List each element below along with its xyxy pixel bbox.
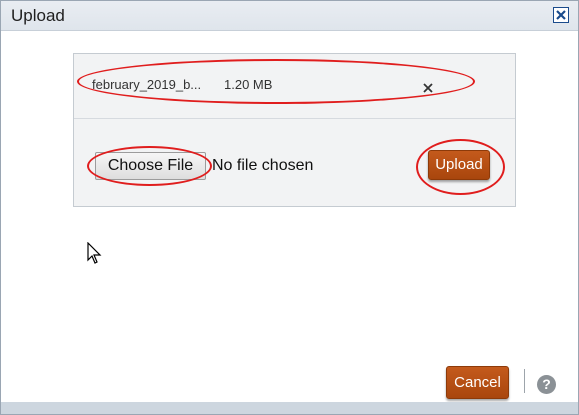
remove-file-icon[interactable] (422, 81, 434, 93)
upload-button[interactable]: Upload (428, 150, 490, 180)
file-name: february_2019_b... (92, 77, 202, 92)
no-file-chosen-text: No file chosen (212, 157, 314, 174)
upload-panel: february_2019_b... 1.20 MB Choose File N… (73, 53, 516, 207)
dialog-bottom-bar (1, 402, 578, 414)
cancel-button[interactable]: Cancel (446, 366, 509, 399)
choose-file-button[interactable]: Choose File (95, 152, 206, 180)
file-size: 1.20 MB (224, 77, 273, 92)
close-icon[interactable] (553, 7, 569, 23)
selected-file-row: february_2019_b... 1.20 MB (74, 54, 515, 119)
footer-divider (524, 369, 525, 393)
upload-dialog: Upload february_2019_b... 1.20 MB Choose… (0, 0, 579, 415)
help-icon[interactable]: ? (537, 375, 556, 394)
dialog-titlebar: Upload (1, 1, 578, 31)
mouse-cursor-icon (87, 241, 103, 266)
dialog-title: Upload (11, 6, 65, 25)
